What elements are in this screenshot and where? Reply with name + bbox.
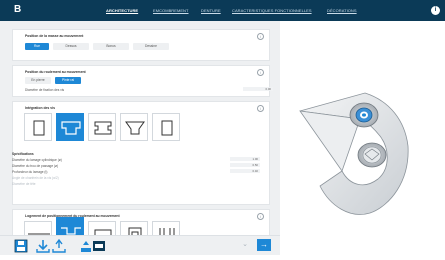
position-card-title: Position de la masse au mouvement — [25, 34, 84, 38]
fixation-diameter-value[interactable]: 0.00 — [243, 87, 273, 91]
tab-emcombrement[interactable]: EMCOMBREMENT — [153, 7, 189, 15]
tab-architecture[interactable]: ARCHITECTURE — [106, 7, 138, 15]
bearing-card: Position du roulement au mouvement i En … — [12, 65, 273, 97]
recess-flat-icon — [28, 233, 50, 235]
positioning-option-2[interactable] — [56, 217, 84, 235]
recess-step-icon — [61, 227, 81, 235]
spec-label-disabled: Diamètre de tête — [12, 182, 36, 186]
option-pinte-rai[interactable]: Pinte rai — [55, 77, 81, 84]
chevron-down-icon[interactable]: ⌄ — [240, 239, 250, 251]
info-circle-icon[interactable]: i — [257, 213, 264, 220]
next-button[interactable]: → — [257, 239, 271, 251]
positioning-option-1[interactable] — [24, 221, 52, 235]
recess-slot-icon — [128, 227, 142, 235]
3d-viewer[interactable] — [280, 21, 445, 255]
export-icon[interactable] — [80, 239, 92, 252]
tab-decorations[interactable]: DÉCORATIONS — [327, 7, 357, 15]
integration-card-title: Intégration des vis — [25, 106, 55, 110]
spec-value[interactable]: 1.00 — [230, 157, 260, 161]
positioning-option-3[interactable] — [88, 221, 116, 235]
info-circle-icon[interactable]: i — [257, 69, 264, 76]
recess-double-icon — [159, 228, 175, 235]
tab-denture[interactable]: DENTURE — [201, 7, 221, 15]
spec-label: Diamètre du trou de passage (ø) — [12, 164, 59, 168]
positioning-option-4[interactable] — [120, 221, 148, 235]
spec-label-disabled: Angle de chanfrein de la vis (α/2) — [12, 176, 59, 180]
option-en-pierre[interactable]: En pierre — [25, 77, 51, 84]
spec-label: Diamètre du lamage cylindrique (ø) — [12, 158, 62, 162]
option-dessus[interactable]: Dessus — [53, 43, 89, 50]
download-icon[interactable] — [36, 239, 50, 253]
info-icon[interactable]: i — [431, 6, 440, 15]
save-icon[interactable] — [14, 239, 28, 253]
measure-icon[interactable] — [52, 238, 66, 253]
screw-option-countersink[interactable] — [120, 113, 148, 141]
counterbore-icon — [61, 121, 81, 135]
bottom-toolbar — [0, 235, 280, 255]
position-card: Position de la masse au mouvement i Rue … — [12, 29, 270, 61]
spec-value[interactable]: 0.50 — [230, 163, 260, 167]
screw-option-counterbore[interactable] — [56, 113, 84, 141]
3d-view-icon[interactable] — [93, 239, 105, 251]
option-bonus[interactable]: Bonus — [93, 43, 129, 50]
tab-caracteristiques[interactable]: CARACTERISTIQUES FONCTIONNELLES — [232, 7, 312, 15]
spec-value[interactable]: 0.40 — [230, 169, 260, 173]
plain-head-icon — [161, 120, 173, 136]
option-dessine[interactable]: Dessine — [133, 43, 169, 50]
app-logo[interactable]: B — [14, 4, 24, 16]
oscillating-weight-model — [299, 92, 409, 215]
specs-title: Spécifications — [12, 152, 34, 156]
screw-option-plain[interactable] — [152, 113, 180, 141]
countersink-icon — [125, 121, 145, 135]
recess-shoulder-icon — [94, 229, 112, 235]
info-circle-icon[interactable]: i — [257, 33, 264, 40]
screw-option-flat[interactable] — [24, 113, 52, 141]
stepped-head-icon — [94, 121, 112, 135]
bearing-card-title: Position du roulement au mouvement — [25, 70, 86, 74]
info-circle-icon[interactable]: i — [257, 105, 264, 112]
option-rue[interactable]: Rue — [25, 43, 49, 50]
spec-label: Profondeur du lamage (t) — [12, 170, 48, 174]
fixation-diameter-label: Diamètre de fixation des vis — [25, 88, 65, 92]
top-navigation-bar: B ARCHITECTURE EMCOMBREMENT DENTURE CARA… — [0, 0, 445, 21]
flat-head-icon — [33, 120, 45, 136]
screw-option-stepped[interactable] — [88, 113, 116, 141]
positioning-option-5[interactable] — [152, 221, 180, 235]
configuration-pane[interactable]: Position de la masse au mouvement i Rue … — [0, 21, 280, 235]
